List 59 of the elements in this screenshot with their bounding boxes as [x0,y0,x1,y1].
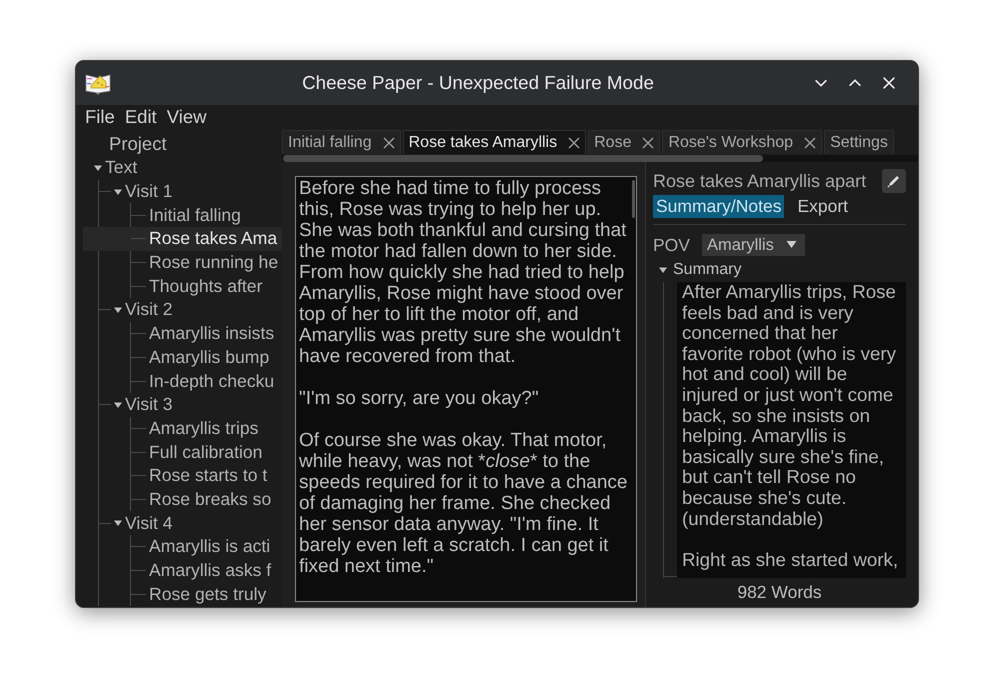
scrollbar-thumb[interactable] [632,180,635,218]
document-tab[interactable]: Initial falling [282,130,401,154]
menu-item[interactable]: View [166,106,206,128]
panel-tab[interactable]: Summary/Notes [653,195,784,218]
panel-tab[interactable]: Export [794,195,852,218]
edit-button[interactable] [882,169,906,193]
section-heading[interactable]: Summary [673,261,742,279]
paragraph: Of course she was okay. That motor, while heavy, was not *close* to the speeds required for it to have a chance of damaging her frame. She checked her sensor data anyway. "I'm fine. It barely even left a scratch. I can get it fixed next time." [299,430,628,577]
tree-item[interactable]: Visit 4 [83,511,282,535]
close-icon [881,75,897,91]
dropdown-arrow-icon [786,241,797,249]
tree-item[interactable]: Visit 1 [83,180,282,204]
caret-icon[interactable] [94,164,102,172]
tree-item[interactable]: Amaryllis insists [83,322,282,346]
menu-item[interactable]: Edit [124,106,157,128]
close-icon[interactable] [804,136,816,148]
close-icon[interactable] [568,136,580,148]
tree-item[interactable]: Amaryllis bump [83,346,282,370]
caret-icon[interactable] [114,188,122,196]
tree-item[interactable]: Rose starts to t [83,464,282,488]
paragraph: "I'm so sorry, are you okay?" [299,388,540,409]
window-title: Cheese Paper - Unexpected Failure Mode [301,72,655,94]
tree-item[interactable]: Rose takes Ama [83,227,282,251]
word-count: 982 Words [736,581,823,604]
caret-icon[interactable] [114,306,122,314]
paragraph: Before she had time to fully process this, Rose was trying to help her up. She was both thankful and cursing that the motor had fallen down to her side. From how quickly she had tried to help Amaryllis, Rose might have stood over top of her to lift the motor off, and Amaryllis was pretty sure she wouldn't have recovered from that. [299,178,628,367]
text-editor[interactable] [295,176,637,602]
caret-icon[interactable] [114,519,122,528]
document-tab[interactable]: Rose takes Amaryllis [402,130,586,154]
document-tab[interactable]: Rose [588,130,660,154]
tree-item[interactable]: Thoughts after [83,274,282,298]
tree-item[interactable]: Amaryllis asks f [83,558,282,582]
caret-icon[interactable] [659,266,667,274]
close-icon[interactable] [642,136,654,148]
tree-item[interactable]: Amaryllis trips [83,416,282,440]
caret-icon[interactable] [114,400,122,409]
tree-item[interactable]: Initial falling [83,203,282,228]
paragraph: After Amaryllis trips, Rose feels bad and is very concerned that her favorite robot (who is very hot and cool) will be injured or just won't come back, so she insists on helping. Amaryllis is basically sure she's fine, but can't tell Rose no because she's cute. (understandable) [682,282,897,530]
tree-item[interactable]: Rose running he [83,250,282,274]
tree-item[interactable]: Rose breaks so [83,488,282,512]
tree-item[interactable]: Full calibration [83,440,282,464]
tree-item[interactable]: Text [76,156,282,180]
tree-item[interactable]: Visit 3 [83,392,282,417]
pov-label: POV [653,234,690,256]
menu-item[interactable]: File [85,106,115,128]
tree-item[interactable]: Visit 2 [83,298,282,322]
document-tab[interactable]: Rose's Workshop [662,130,822,154]
tree-item[interactable]: Amaryllis is acti [83,535,282,559]
paragraph: Right as she started work, [682,550,900,570]
pov-dropdown[interactable]: Amaryllis [702,234,805,256]
pen-icon [886,173,902,189]
scrollbar-thumb[interactable] [283,155,763,162]
document-tab[interactable]: Settings [824,130,894,154]
tree-item[interactable]: Rose gets truly [83,582,282,606]
close-icon[interactable] [382,136,395,148]
summary-field[interactable] [677,282,906,578]
scene-title: Rose takes Amaryllis apart [653,170,866,192]
tree-heading: Project [108,132,168,156]
tree-item[interactable]: In-depth checku [83,369,282,393]
